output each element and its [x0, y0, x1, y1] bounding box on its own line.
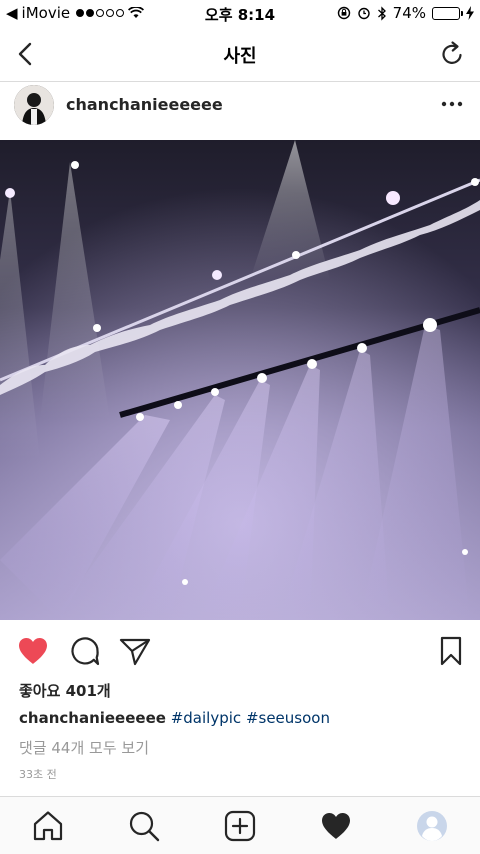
- caption-username[interactable]: chanchanieeeeee: [19, 709, 166, 727]
- hashtag-seeusoon[interactable]: #seeusoon: [246, 709, 330, 727]
- battery-icon: [432, 6, 463, 20]
- avatar[interactable]: [14, 85, 54, 125]
- post-caption: chanchanieeeeee #dailypic #seeusoon: [19, 709, 330, 727]
- add-icon[interactable]: [223, 809, 257, 843]
- concert-stage-image: [0, 140, 480, 620]
- alarm-icon: [357, 7, 370, 20]
- profile-icon[interactable]: [415, 809, 449, 843]
- view-all-comments-link[interactable]: 댓글 44개 모두 보기: [19, 737, 149, 758]
- activity-heart-icon[interactable]: [319, 809, 353, 843]
- comment-icon[interactable]: [68, 634, 102, 668]
- rotation-lock-icon: [337, 6, 350, 20]
- share-icon[interactable]: [118, 634, 152, 668]
- like-count[interactable]: 좋아요 401개: [19, 680, 111, 701]
- home-icon[interactable]: [31, 809, 65, 843]
- refresh-icon[interactable]: [438, 40, 466, 68]
- bluetooth-icon: [377, 5, 386, 21]
- bookmark-icon[interactable]: [434, 634, 468, 668]
- status-right: 74%: [337, 4, 474, 22]
- page-title: 사진: [223, 46, 257, 67]
- post-timestamp: 33초 전: [19, 768, 57, 781]
- battery-percent: 74%: [392, 4, 426, 22]
- post-actions: [0, 630, 480, 674]
- status-bar: ◀ iMovie 오후 8:14 74%: [0, 0, 480, 28]
- post-username[interactable]: chanchanieeeeee: [66, 95, 223, 114]
- tab-bar: [0, 796, 480, 854]
- search-icon[interactable]: [127, 809, 161, 843]
- nav-bar: 사진: [0, 28, 480, 82]
- more-icon[interactable]: [438, 94, 466, 114]
- post-header: chanchanieeeeee: [0, 82, 480, 140]
- hashtag-dailypic[interactable]: #dailypic: [171, 709, 241, 727]
- heart-icon[interactable]: [16, 634, 50, 668]
- post-photo[interactable]: [0, 140, 480, 620]
- charging-icon: [466, 6, 474, 20]
